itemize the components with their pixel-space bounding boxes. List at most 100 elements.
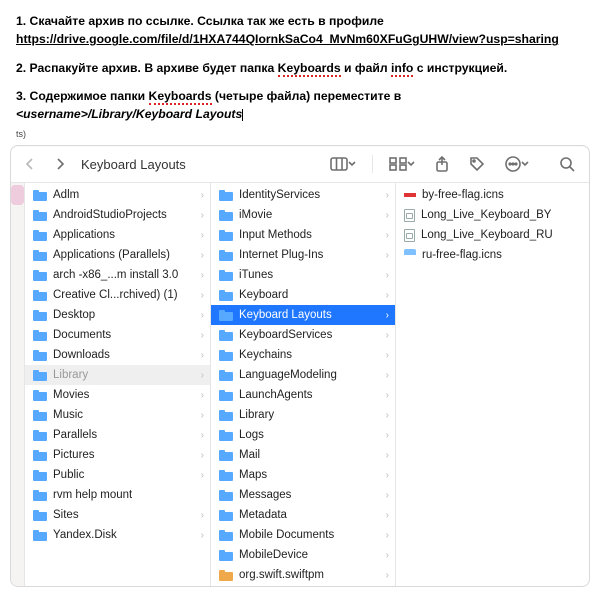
list-item[interactable]: Pictures› <box>25 445 210 465</box>
list-item[interactable]: Library › <box>25 365 210 385</box>
chevron-right-icon: › <box>386 290 389 301</box>
chevron-down-icon <box>407 160 415 168</box>
actions-button[interactable] <box>501 152 533 176</box>
list-item[interactable]: ru-free-flag.icns <box>396 245 589 265</box>
chevron-right-icon: › <box>201 370 204 381</box>
list-item[interactable]: Desktop› <box>25 305 210 325</box>
list-item[interactable]: MobileDevice› <box>211 545 395 565</box>
folder-icon <box>219 570 233 581</box>
list-item[interactable]: arch -x86_...m install 3.0› <box>25 265 210 285</box>
list-item[interactable]: Music› <box>25 405 210 425</box>
list-item-label: iTunes <box>239 269 273 281</box>
list-item[interactable]: Mail› <box>211 445 395 465</box>
list-item-label: Keyboard <box>239 289 288 301</box>
chevron-right-icon: › <box>386 210 389 221</box>
nav-back-button[interactable] <box>19 153 41 175</box>
list-item[interactable]: Creative Cl...rchived) (1)› <box>25 285 210 305</box>
column-1[interactable]: Adlm › AndroidStudioProjects›Applications›… <box>25 183 211 586</box>
list-item-label: Messages <box>239 489 291 501</box>
tags-button[interactable] <box>465 152 489 176</box>
chevron-right-icon: › <box>201 270 204 281</box>
list-item[interactable]: KeyboardServices› <box>211 325 395 345</box>
list-item[interactable]: Movies› <box>25 385 210 405</box>
list-item[interactable]: Keyboard › <box>211 285 395 305</box>
text-cursor <box>242 109 243 121</box>
list-item[interactable]: Adlm › <box>25 185 210 205</box>
list-item[interactable]: rvm help mount <box>25 485 210 505</box>
folder-icon <box>219 310 233 321</box>
folder-icon <box>33 290 47 301</box>
list-item-label: IdentityServices <box>239 189 320 201</box>
file-icon <box>404 229 415 242</box>
list-item[interactable]: Long_Live_Keyboard_RU <box>396 225 589 245</box>
chevron-right-icon: › <box>201 510 204 521</box>
list-item[interactable]: Messages› <box>211 485 395 505</box>
list-item[interactable]: Maps› <box>211 465 395 485</box>
chevron-right-icon: › <box>386 350 389 361</box>
list-item[interactable]: Sites› <box>25 505 210 525</box>
view-columns-button[interactable] <box>326 153 360 175</box>
list-item-label: Documents <box>53 329 111 341</box>
column-3[interactable]: by-free-flag.icns Long_Live_Keyboard_BY Lo… <box>396 183 589 586</box>
list-item-label: org.swift.swiftpm <box>239 569 324 581</box>
list-item[interactable]: Library› <box>211 405 395 425</box>
list-item[interactable]: org.swift.swiftpm› <box>211 565 395 585</box>
share-icon <box>435 156 449 172</box>
folder-icon <box>33 330 47 341</box>
list-item[interactable]: Parallels› <box>25 425 210 445</box>
folder-icon <box>219 250 233 261</box>
list-item-label: Input Methods <box>239 229 312 241</box>
list-item[interactable]: Yandex.Disk› <box>25 525 210 545</box>
list-item[interactable]: Keyboard Layouts› <box>211 305 395 325</box>
list-item[interactable]: Mobile Documents› <box>211 525 395 545</box>
folder-icon <box>219 550 233 561</box>
search-icon <box>559 156 575 172</box>
list-item[interactable]: by-free-flag.icns <box>396 185 589 205</box>
toolbar-right <box>326 152 579 176</box>
list-item-label: Internet Plug-Ins <box>239 249 323 261</box>
list-item[interactable]: iMovie› <box>211 205 395 225</box>
column-2[interactable]: IdentityServices›iMovie›Input Methods›In… <box>211 183 396 586</box>
list-item[interactable]: Keychains› <box>211 345 395 365</box>
list-item-label: Library <box>53 369 88 381</box>
nav-forward-button[interactable] <box>49 153 71 175</box>
download-link[interactable]: https://drive.google.com/file/d/1HXA744Q… <box>16 32 559 46</box>
list-item[interactable]: Public› <box>25 465 210 485</box>
folder-icon <box>219 370 233 381</box>
list-item[interactable]: Input Methods› <box>211 225 395 245</box>
list-item[interactable]: Long_Live_Keyboard_BY <box>396 205 589 225</box>
list-item[interactable]: LaunchAgents› <box>211 385 395 405</box>
list-item[interactable]: LanguageModeling› <box>211 365 395 385</box>
list-item-label: Mail <box>239 449 260 461</box>
folder-icon <box>33 270 47 281</box>
list-item[interactable]: Downloads› <box>25 345 210 365</box>
list-item[interactable]: IdentityServices› <box>211 185 395 205</box>
chevron-right-icon: › <box>201 190 204 201</box>
chevron-left-icon <box>23 157 37 171</box>
finder-sidebar[interactable] <box>11 183 25 586</box>
list-item[interactable]: AndroidStudioProjects› <box>25 205 210 225</box>
list-item-label: Long_Live_Keyboard_RU <box>421 229 553 241</box>
list-item-label: Adlm <box>53 189 79 201</box>
list-item[interactable]: Logs› <box>211 425 395 445</box>
list-item-label: Long_Live_Keyboard_BY <box>421 209 551 221</box>
list-item-label: Creative Cl...rchived) (1) <box>53 289 178 301</box>
file-icon <box>404 209 415 222</box>
list-item[interactable]: Internet Plug-Ins › <box>211 245 395 265</box>
chevron-right-icon: › <box>201 330 204 341</box>
group-button[interactable] <box>385 153 419 175</box>
list-item[interactable]: Metadata› <box>211 505 395 525</box>
list-item-label: Public <box>53 469 84 481</box>
list-item-label: LanguageModeling <box>239 369 337 381</box>
chevron-right-icon: › <box>386 530 389 541</box>
search-button[interactable] <box>555 152 579 176</box>
list-item[interactable]: Documents › <box>25 325 210 345</box>
list-item[interactable]: Applications› <box>25 225 210 245</box>
chevron-right-icon: › <box>386 250 389 261</box>
list-item-label: by-free-flag.icns <box>422 189 504 201</box>
share-button[interactable] <box>431 152 453 176</box>
list-item[interactable]: Applications (Parallels)› <box>25 245 210 265</box>
folder-icon <box>33 250 47 261</box>
list-item[interactable]: Parallels› <box>211 585 395 586</box>
list-item[interactable]: iTunes› <box>211 265 395 285</box>
